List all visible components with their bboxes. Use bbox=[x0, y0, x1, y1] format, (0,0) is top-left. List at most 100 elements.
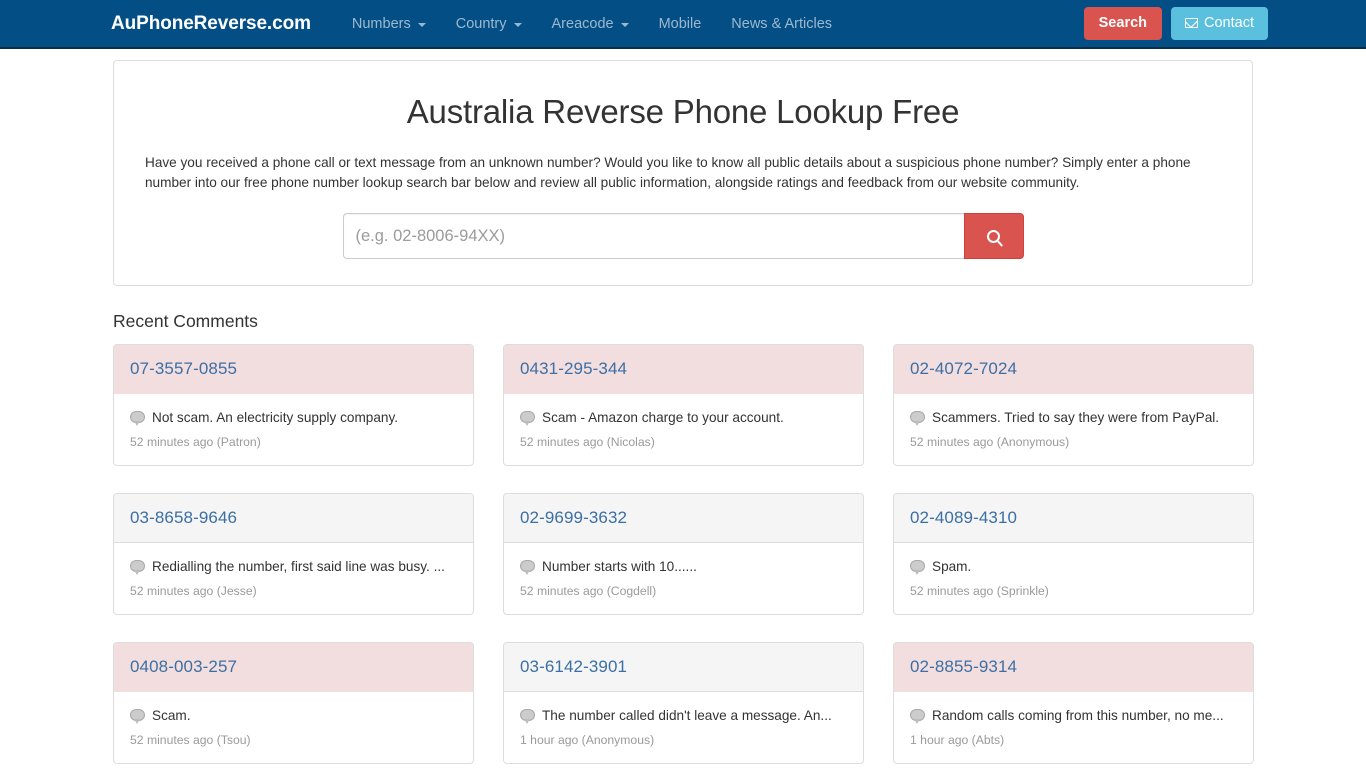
phone-number-link[interactable]: 03-8658-9646 bbox=[130, 508, 237, 527]
comment-card: 03-8658-9646 Redialling the number, first… bbox=[113, 493, 474, 615]
comment-line: Redialling the number, first said line w… bbox=[130, 558, 457, 575]
phone-number-link[interactable]: 02-9699-3632 bbox=[520, 508, 627, 527]
navbar-search-label: Search bbox=[1098, 14, 1148, 31]
comment-meta: 52 minutes ago (Sprinkle) bbox=[910, 584, 1049, 598]
nav-item: Country bbox=[441, 2, 537, 46]
nav-numbers[interactable]: Numbers bbox=[337, 2, 441, 46]
comment-line: Spam. bbox=[910, 558, 1237, 575]
nav-mobile[interactable]: Mobile bbox=[644, 2, 717, 46]
phone-number-link[interactable]: 0408-003-257 bbox=[130, 657, 237, 676]
phone-search-input[interactable] bbox=[342, 213, 964, 259]
comment-bubble-icon bbox=[130, 411, 145, 426]
comment-card: 02-4089-4310 Spam. 52 minutes ago (Sprinkl… bbox=[893, 493, 1254, 615]
comment-card-body: Redialling the number, first said line w… bbox=[114, 543, 473, 614]
comment-card-body: Scam - Amazon charge to your account. 52 … bbox=[504, 394, 863, 465]
recent-comments-grid: 07-3557-0855 Not scam. An electricity sup… bbox=[113, 344, 1254, 764]
comment-card-body: Random calls coming from this number, no… bbox=[894, 692, 1253, 763]
phone-number-link[interactable]: 02-8855-9314 bbox=[910, 657, 1017, 676]
comment-card-body: Spam. 52 minutes ago (Sprinkle) bbox=[894, 543, 1253, 614]
comment-line: Not scam. An electricity supply company. bbox=[130, 409, 457, 426]
navbar-search-button[interactable]: Search bbox=[1083, 6, 1163, 41]
navbar-actions: Search Contact bbox=[1083, 6, 1268, 41]
comment-line: Scammers. Tried to say they were from Pa… bbox=[910, 409, 1237, 426]
nav-item-label: Areacode bbox=[551, 15, 614, 32]
chevron-down-icon bbox=[620, 22, 629, 27]
comment-card: 0431-295-344 Scam - Amazon charge to your… bbox=[503, 344, 864, 466]
comment-bubble-icon bbox=[910, 560, 925, 575]
comment-line: Scam - Amazon charge to your account. bbox=[520, 409, 847, 426]
nav-areacode[interactable]: Areacode bbox=[537, 2, 644, 46]
site-brand[interactable]: AuPhoneReverse.com bbox=[111, 13, 311, 35]
comment-meta: 1 hour ago (Anonymous) bbox=[520, 733, 655, 747]
phone-number-link[interactable]: 03-6142-3901 bbox=[520, 657, 627, 676]
comment-bubble-icon bbox=[910, 709, 925, 724]
page-title: Australia Reverse Phone Lookup Free bbox=[406, 93, 960, 130]
comment-card-body: The number called didn't leave a message… bbox=[504, 692, 863, 763]
comment-text: Not scam. An electricity supply company. bbox=[152, 410, 399, 425]
comment-meta: 52 minutes ago (Cogdell) bbox=[520, 584, 657, 598]
comment-line: Number starts with 10...... bbox=[520, 558, 847, 575]
nav-item-label: News & Articles bbox=[731, 15, 833, 32]
comment-meta: 1 hour ago (Abts) bbox=[910, 733, 1005, 747]
comment-bubble-icon bbox=[130, 709, 145, 724]
comment-text: Scammers. Tried to say they were from Pa… bbox=[932, 410, 1220, 425]
navbar-contact-label: Contact bbox=[1204, 14, 1254, 31]
comment-bubble-icon bbox=[520, 560, 535, 575]
comment-card-header: 02-4089-4310 bbox=[894, 494, 1253, 543]
comment-bubble-icon bbox=[130, 560, 145, 575]
nav-item: Numbers bbox=[337, 2, 441, 46]
comment-card-body: Scam. 52 minutes ago (Tsou) bbox=[114, 692, 473, 763]
comment-card: 02-9699-3632 Number starts with 10...... 5… bbox=[503, 493, 864, 615]
page-content: Australia Reverse Phone Lookup Free Have… bbox=[0, 60, 1366, 764]
comment-card-header: 02-4072-7024 bbox=[894, 345, 1253, 394]
nav-news-articles[interactable]: News & Articles bbox=[716, 2, 847, 46]
magnifier-icon bbox=[987, 229, 1000, 243]
chevron-down-icon bbox=[513, 22, 522, 27]
top-navbar: AuPhoneReverse.com Numbers Country Areacod… bbox=[0, 0, 1366, 49]
comment-card-header: 03-8658-9646 bbox=[114, 494, 473, 543]
nav-item-label: Mobile bbox=[658, 15, 702, 32]
comment-card-header: 0431-295-344 bbox=[504, 345, 863, 394]
comment-card-header: 02-8855-9314 bbox=[894, 643, 1253, 692]
comment-card: 07-3557-0855 Not scam. An electricity sup… bbox=[113, 344, 474, 466]
phone-number-link[interactable]: 02-4072-7024 bbox=[910, 359, 1017, 378]
hero-panel: Australia Reverse Phone Lookup Free Have… bbox=[113, 60, 1253, 286]
comment-card-header: 0408-003-257 bbox=[114, 643, 473, 692]
hero-description: Have you received a phone call or text m… bbox=[145, 155, 1191, 190]
comment-card: 02-8855-9314 Random calls coming from thi… bbox=[893, 642, 1254, 764]
comment-card-header: 07-3557-0855 bbox=[114, 345, 473, 394]
comment-text: Redialling the number, first said line w… bbox=[152, 559, 445, 574]
phone-number-link[interactable]: 07-3557-0855 bbox=[130, 359, 237, 378]
comment-meta: 52 minutes ago (Patron) bbox=[130, 435, 261, 449]
navbar-contact-button[interactable]: Contact bbox=[1171, 6, 1268, 41]
comment-bubble-icon bbox=[910, 411, 925, 426]
comment-meta: 52 minutes ago (Nicolas) bbox=[520, 435, 655, 449]
comment-text: The number called didn't leave a message… bbox=[542, 708, 832, 723]
comment-card: 02-4072-7024 Scammers. Tried to say they … bbox=[893, 344, 1254, 466]
nav-item: News & Articles bbox=[716, 2, 847, 46]
phone-search-button[interactable] bbox=[963, 213, 1024, 259]
phone-number-link[interactable]: 0431-295-344 bbox=[520, 359, 627, 378]
comment-line: Random calls coming from this number, no… bbox=[910, 707, 1237, 724]
comment-bubble-icon bbox=[520, 411, 535, 426]
comment-meta: 52 minutes ago (Anonymous) bbox=[910, 435, 1070, 449]
search-area bbox=[130, 213, 1236, 259]
comment-text: Number starts with 10...... bbox=[542, 559, 697, 574]
chevron-down-icon bbox=[417, 22, 426, 27]
comment-line: The number called didn't leave a message… bbox=[520, 707, 847, 724]
search-group bbox=[342, 213, 1024, 259]
nav-item: Mobile bbox=[644, 2, 717, 46]
comment-card-header: 03-6142-3901 bbox=[504, 643, 863, 692]
nav-country[interactable]: Country bbox=[441, 2, 537, 46]
comment-card-body: Number starts with 10...... 52 minutes ag… bbox=[504, 543, 863, 614]
comment-text: Spam. bbox=[932, 559, 972, 574]
nav-item-label: Numbers bbox=[351, 15, 411, 32]
nav-item: Areacode bbox=[537, 2, 644, 46]
recent-comments-title: Recent Comments bbox=[113, 311, 258, 331]
comment-card-body: Scammers. Tried to say they were from Pa… bbox=[894, 394, 1253, 465]
comment-bubble-icon bbox=[520, 709, 535, 724]
comment-text: Scam - Amazon charge to your account. bbox=[542, 410, 784, 425]
comment-card: 0408-003-257 Scam. 52 minutes ago (Tsou) bbox=[113, 642, 474, 764]
phone-number-link[interactable]: 02-4089-4310 bbox=[910, 508, 1017, 527]
comment-card-header: 02-9699-3632 bbox=[504, 494, 863, 543]
